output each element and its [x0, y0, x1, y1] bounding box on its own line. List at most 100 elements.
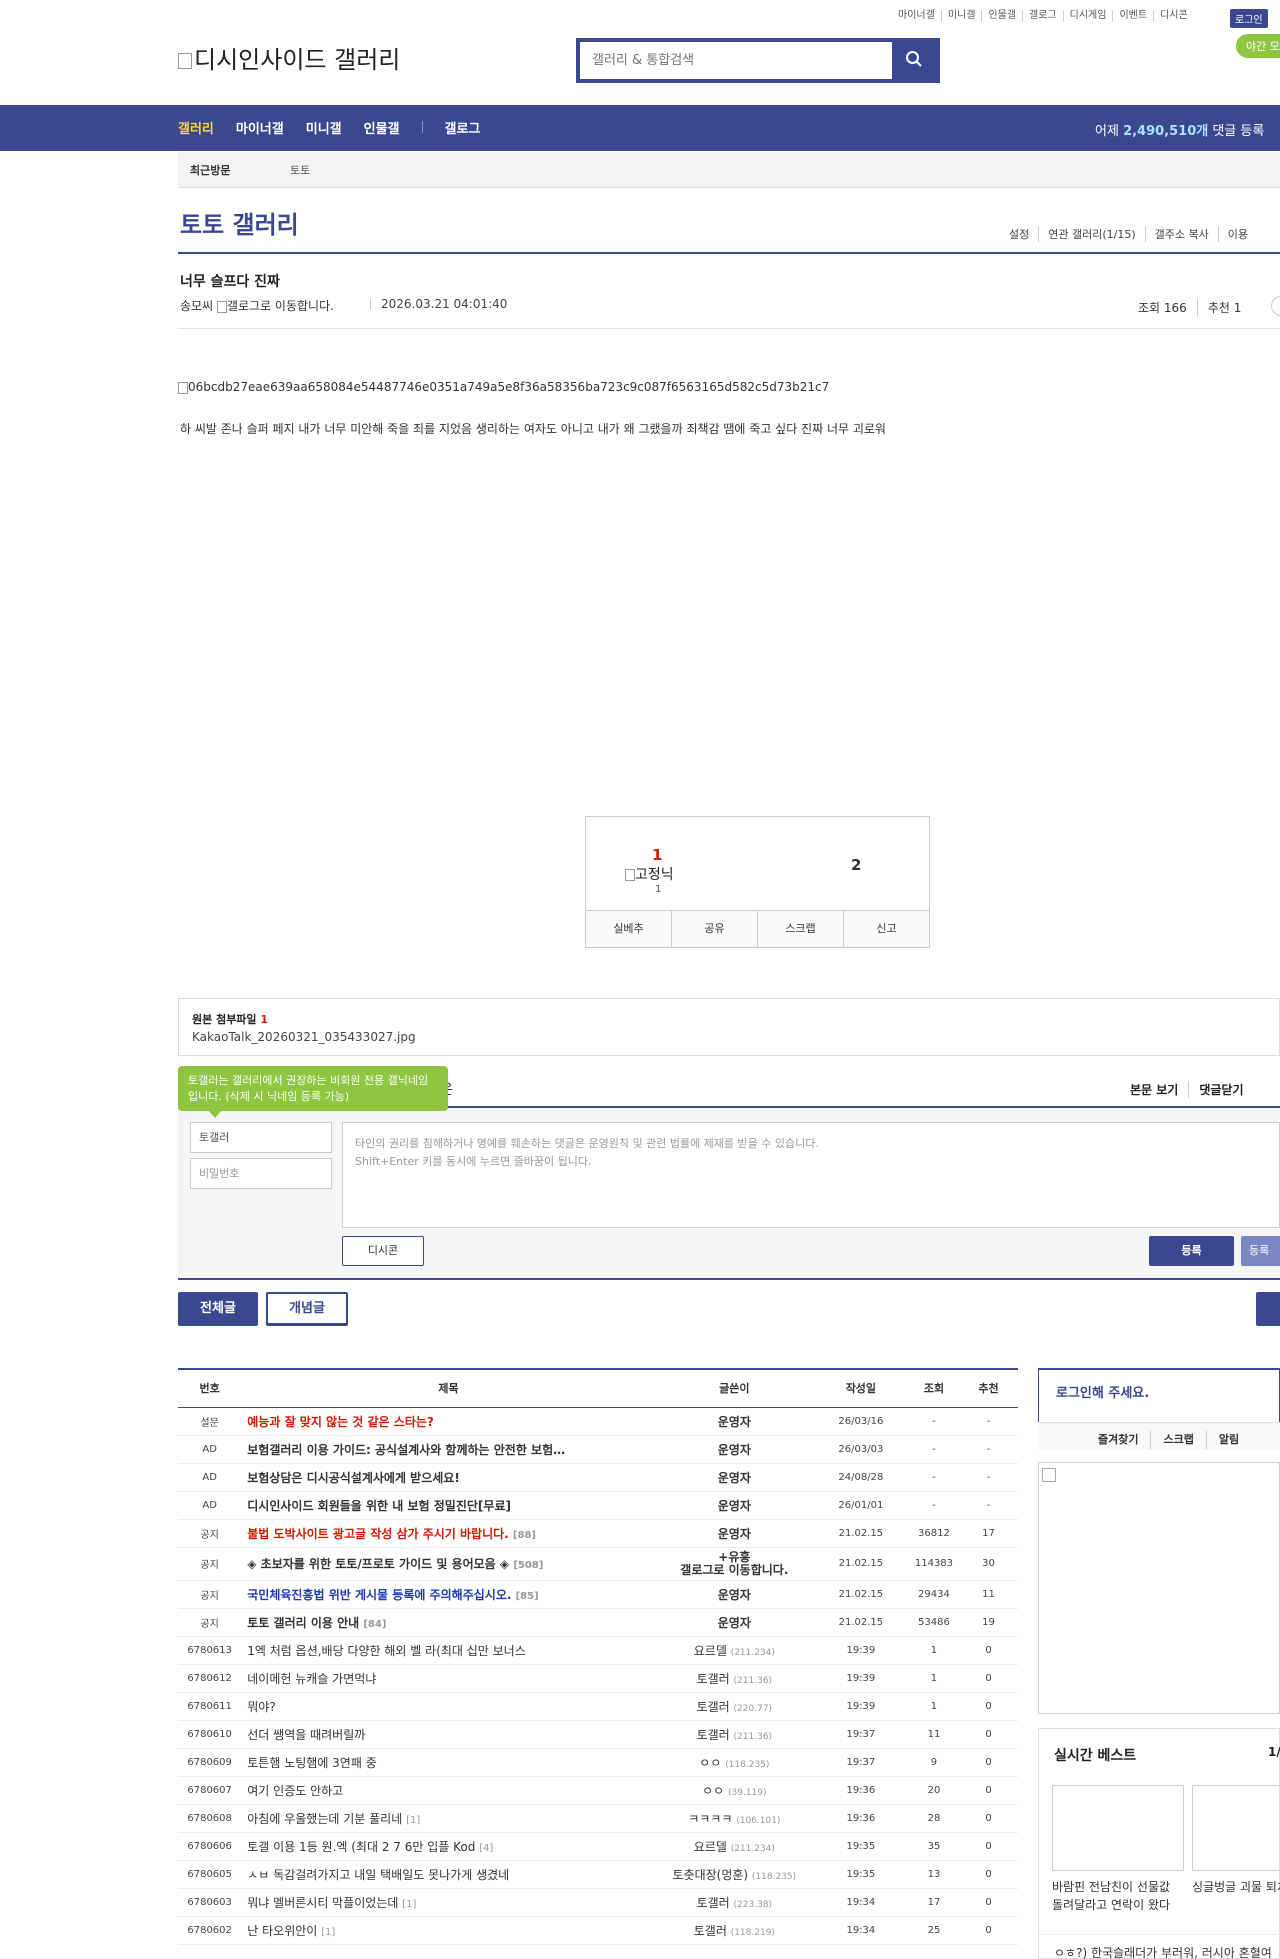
post-title-link[interactable]: 선더 쌩역을 때려버릴까 — [247, 1728, 365, 1742]
top-link[interactable]: 디시게임 — [1062, 10, 1113, 22]
top-link[interactable]: 인물갤 — [981, 10, 1022, 22]
view-post-button[interactable]: 본문 보기 — [1120, 1081, 1188, 1098]
best-recommend-button[interactable]: 실베추 — [586, 911, 671, 947]
post-title-cell[interactable]: 난 타오위안이 [1] — [241, 1916, 656, 1945]
scrap-button[interactable]: 스크랩 — [757, 911, 843, 947]
post-writer[interactable]: 운영자 — [655, 1519, 813, 1548]
post-title-link[interactable]: 불법 도박사이트 광고글 작성 삼가 주시기 바랍니다. — [247, 1527, 508, 1541]
best-caption[interactable]: 싱글벙글 괴물 퇴치 만화...jpg — [1192, 1878, 1280, 1896]
favorites-link[interactable]: 즐겨찾기 — [1086, 1431, 1150, 1450]
post-title-link[interactable]: 토튼햄 노팅햄에 3연패 중 — [247, 1756, 376, 1770]
post-title-cell[interactable]: 토튼햄 노팅햄에 3연패 중 — [241, 1748, 656, 1777]
sidebar-login-title[interactable]: 로그인해 주세요. — [1056, 1382, 1149, 1401]
best-list-item[interactable]: ㅇㅎ?) 한국슬래더가 부러워, 러시아 혼혈여 — [1054, 1944, 1272, 1959]
post-writer[interactable]: 토갤러 (118.219) — [655, 1916, 813, 1945]
post-writer[interactable]: 토갤러 (211.36) — [655, 1720, 813, 1749]
top-link[interactable]: 이벤트 — [1112, 10, 1153, 22]
post-title-cell[interactable]: 네이메헌 뉴캐슬 가면먹냐 — [241, 1664, 656, 1693]
nav-gallog[interactable]: 갤로그 — [445, 118, 481, 137]
post-writer[interactable]: ㅋㅋㅋㅋ (106.101) — [655, 1804, 813, 1833]
table-row[interactable]: 6780612 네이메헌 뉴캐슬 가면먹냐 토갤러 (211.36) 19:39 1 0 — [178, 1664, 1018, 1693]
password-field[interactable]: 비밀번호 — [190, 1158, 332, 1189]
top-link[interactable]: 마이너갤 — [892, 10, 941, 22]
table-row[interactable]: AD 보험상담은 디시공식설계사에게 받으세요! 운영자 24/08/28- - — [178, 1463, 1018, 1492]
login-button[interactable]: 로그인 — [1230, 9, 1268, 28]
post-title-link[interactable]: ㅅㅂ 독감걸려가지고 내일 택배일도 못나가게 생겼네 — [247, 1868, 509, 1882]
table-row[interactable]: 공지 국민체육진흥법 위반 게시물 등록에 주의해주십시오. [85] 운영자 21.… — [178, 1580, 1018, 1609]
post-writer[interactable]: 운영자 — [655, 1580, 813, 1609]
table-row[interactable]: 6780608 아침에 우울했는데 기분 풀리네 [1] ㅋㅋㅋㅋ (106.101… — [178, 1804, 1018, 1833]
post-title-link[interactable]: 국민체육진흥법 위반 게시물 등록에 주의해주십시오. — [247, 1588, 511, 1602]
night-mode-button[interactable]: 야간 모드 — [1236, 34, 1280, 58]
site-logo[interactable]: 디시인사이드 갤러리 — [178, 40, 400, 75]
post-title-cell[interactable]: 토토 갤러리 이용 안내 [84] — [241, 1608, 656, 1637]
post-writer[interactable]: 토춧대장(멍훈) (118.235) — [655, 1860, 813, 1889]
post-writer[interactable]: 운영자 — [655, 1463, 813, 1492]
table-row[interactable]: 6780613 1엑 처럼 옵션,배당 다양한 해외 벨 라(최대 십만 보너스 요… — [178, 1636, 1018, 1665]
reply-count[interactable]: [84] — [363, 1619, 386, 1630]
reply-count[interactable]: [508] — [513, 1560, 543, 1571]
post-writer[interactable]: ㅇㅇ (39.119) — [655, 1776, 813, 1805]
more-options-icon[interactable] — [1271, 296, 1280, 316]
write-button[interactable] — [1256, 1292, 1280, 1326]
post-writer[interactable]: 요르델 (211.234) — [655, 1832, 813, 1861]
table-row[interactable]: 공지 ◈ 초보자를 위한 토토/프로토 가이드 및 용어모음 ◈ [508] +유흥… — [178, 1547, 1018, 1581]
post-title-cell[interactable]: 뭐냐 멜버른시티 막플이었는데 [1] — [241, 1888, 656, 1917]
table-row[interactable]: 6780602 난 타오위안이 [1] 토갤러 (118.219) 19:34 25 0 — [178, 1916, 1018, 1945]
reply-count[interactable]: [4] — [479, 1843, 493, 1854]
table-row[interactable]: AD 디시인사이드 회원들을 위한 내 보험 정밀진단[무료] 운영자 26/01/0… — [178, 1491, 1018, 1520]
search-input[interactable] — [580, 42, 892, 79]
post-title-link[interactable]: 토갤 이용 1등 원.엑 (최대 2 7 6만 입플 Kod — [247, 1840, 475, 1854]
post-title-cell[interactable]: ㅅㅂ 독감걸려가지고 내일 택배일도 못나가게 생겼네 — [241, 1860, 656, 1889]
notification-link[interactable]: 알림 — [1205, 1431, 1251, 1450]
post-title-cell[interactable]: 예능과 잘 맞지 않는 것 같은 스타는? — [241, 1407, 656, 1436]
table-row[interactable]: 공지 불법 도박사이트 광고글 작성 삼가 주시기 바랍니다. [88] 운영자 21… — [178, 1519, 1018, 1548]
table-row[interactable]: 6780606 토갤 이용 1등 원.엑 (최대 2 7 6만 입플 Kod [4… — [178, 1832, 1018, 1861]
post-title-cell[interactable]: 토갤 이용 1등 원.엑 (최대 2 7 6만 입플 Kod [4] — [241, 1832, 656, 1861]
post-author[interactable]: 송모씨 갤로그로 이동합니다. — [180, 297, 334, 314]
post-title-link[interactable]: 예능과 잘 맞지 않는 것 같은 스타는? — [247, 1415, 434, 1429]
post-title-cell[interactable]: 국민체육진흥법 위반 게시물 등록에 주의해주십시오. [85] — [241, 1580, 656, 1609]
post-title-link[interactable]: 보험갤러리 이용 가이드: 공식설계사와 함께하는 안전한 보험… — [247, 1443, 565, 1457]
report-button[interactable]: 신고 — [843, 911, 929, 947]
post-title-link[interactable]: 여기 인증도 안하고 — [247, 1784, 343, 1798]
post-writer[interactable]: 운영자 — [655, 1407, 813, 1436]
post-title-cell[interactable]: 보험상담은 디시공식설계사에게 받으세요! — [241, 1463, 656, 1492]
scrap-link[interactable]: 스크랩 — [1150, 1431, 1205, 1450]
top-link[interactable]: 디시콘 — [1153, 10, 1194, 22]
top-link[interactable]: 갤로그 — [1022, 10, 1063, 22]
table-row[interactable]: 6780611 뭐야? 토갤러 (220.77) 19:39 1 0 — [178, 1692, 1018, 1721]
post-title-cell[interactable]: 불법 도박사이트 광고글 작성 삼가 주시기 바랍니다. [88] — [241, 1519, 656, 1548]
post-writer[interactable]: 운영자 — [655, 1608, 813, 1637]
post-writer[interactable]: 운영자 — [655, 1435, 813, 1464]
gallery-tool-link[interactable]: 이용 — [1217, 226, 1257, 242]
table-row[interactable]: 6780609 토튼햄 노팅햄에 3연패 중 ㅇㅇ (118.235) 19:37 9 0 — [178, 1748, 1018, 1777]
reply-count[interactable]: [1] — [406, 1815, 420, 1826]
post-title-link[interactable]: 1엑 처럼 옵션,배당 다양한 해외 벨 라(최대 십만 보너스 — [247, 1644, 526, 1658]
post-title-cell[interactable]: 디시인사이드 회원들을 위한 내 보험 정밀진단[무료] — [241, 1491, 656, 1520]
post-writer[interactable]: 요르델 (211.234) — [655, 1636, 813, 1665]
post-title-cell[interactable]: 보험갤러리 이용 가이드: 공식설계사와 함께하는 안전한 보험… — [241, 1435, 656, 1464]
post-title-cell[interactable]: 선더 쌩역을 때려버릴까 — [241, 1720, 656, 1749]
nav-minor-gallery[interactable]: 마이너갤 — [236, 118, 284, 137]
post-title-link[interactable]: 디시인사이드 회원들을 위한 내 보험 정밀진단[무료] — [247, 1499, 511, 1513]
post-writer[interactable]: ㅇㅇ (118.235) — [655, 1748, 813, 1777]
attachment-file-link[interactable]: KakaoTalk_20260321_035433027.jpg — [192, 1030, 416, 1044]
post-title-cell[interactable]: ◈ 초보자를 위한 토토/프로토 가이드 및 용어모음 ◈ [508] — [241, 1547, 656, 1581]
comment-textarea[interactable]: 타인의 권리를 침해하거나 명예를 훼손하는 댓글은 운영원칙 및 관련 법률에… — [342, 1122, 1280, 1228]
fixed-nick-recommend[interactable]: 고정닉 — [625, 864, 674, 884]
sidebar-ad[interactable] — [1038, 1462, 1280, 1714]
close-comments-button[interactable]: 댓글닫기 — [1188, 1081, 1253, 1098]
gallog-link-alt[interactable]: 갤로그로 이동합니다. — [656, 1563, 813, 1577]
nickname-field[interactable]: 토갤러 — [190, 1122, 332, 1153]
post-title-cell[interactable]: 1엑 처럼 옵션,배당 다양한 해외 벨 라(최대 십만 보너스 — [241, 1636, 656, 1665]
post-writer[interactable]: 토갤러 (220.77) — [655, 1692, 813, 1721]
post-writer[interactable]: 운영자 — [655, 1491, 813, 1520]
gallery-title[interactable]: 토토 갤러리 — [180, 205, 299, 240]
reply-count[interactable]: [85] — [516, 1591, 539, 1602]
tab-concept-posts[interactable]: 개념글 — [266, 1292, 348, 1326]
reply-count[interactable]: [88] — [513, 1530, 536, 1541]
post-title-link[interactable]: 토토 갤러리 이용 안내 — [247, 1616, 359, 1630]
post-title-link[interactable]: 네이메헌 뉴캐슬 가면먹냐 — [247, 1672, 376, 1686]
best-thumbnail[interactable] — [1192, 1785, 1280, 1871]
